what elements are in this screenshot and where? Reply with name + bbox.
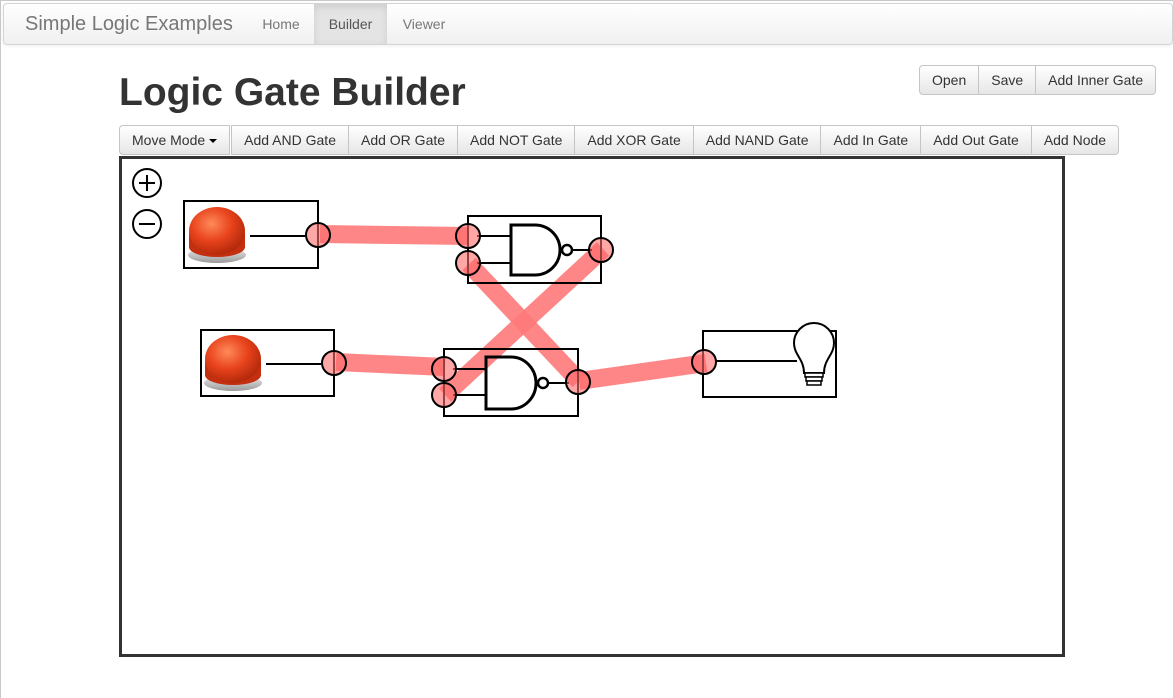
add-and-gate-button[interactable]: Add AND Gate <box>231 125 349 155</box>
add-or-gate-button[interactable]: Add OR Gate <box>348 125 459 155</box>
add-not-gate-button[interactable]: Add NOT Gate <box>458 125 576 155</box>
wire[interactable] <box>319 225 470 245</box>
navbar-brand[interactable]: Simple Logic Examples <box>25 13 233 36</box>
add-nand-gate-button[interactable]: Add NAND Gate <box>693 125 822 155</box>
mode-dropdown-label: Move Mode <box>132 132 206 148</box>
navbar: Simple Logic Examples Home Builder Viewe… <box>3 3 1173 45</box>
red-push-button-icon <box>204 335 262 391</box>
red-push-button-icon <box>188 207 246 263</box>
nav-viewer[interactable]: Viewer <box>387 4 461 44</box>
add-out-gate-button[interactable]: Add Out Gate <box>921 125 1032 155</box>
wire[interactable] <box>335 353 446 376</box>
circuit-diagram <box>183 200 837 417</box>
input-button[interactable] <box>183 200 331 269</box>
light-bulb-icon <box>792 322 836 386</box>
open-button[interactable]: Open <box>919 65 980 95</box>
input-button[interactable] <box>200 329 347 397</box>
logic-canvas[interactable] <box>119 156 1065 657</box>
save-button[interactable]: Save <box>979 65 1037 95</box>
nav-builder[interactable]: Builder <box>314 4 387 44</box>
add-xor-gate-button[interactable]: Add XOR Gate <box>575 125 694 155</box>
gate-toolbar: Move Mode Add AND Gate Add OR Gate Add N… <box>119 125 1120 155</box>
add-inner-gate-button[interactable]: Add Inner Gate <box>1036 65 1157 95</box>
nav-home[interactable]: Home <box>248 4 314 44</box>
output-bulb[interactable] <box>691 322 837 398</box>
page-title: Logic Gate Builder <box>119 71 466 114</box>
mode-dropdown[interactable]: Move Mode <box>119 125 231 155</box>
wires <box>319 225 708 402</box>
caret-down-icon <box>209 139 218 144</box>
file-actions: Open Save Add Inner Gate <box>919 65 1157 95</box>
wire[interactable] <box>577 354 708 390</box>
add-node-button[interactable]: Add Node <box>1031 125 1120 155</box>
add-in-gate-button[interactable]: Add In Gate <box>821 125 922 155</box>
